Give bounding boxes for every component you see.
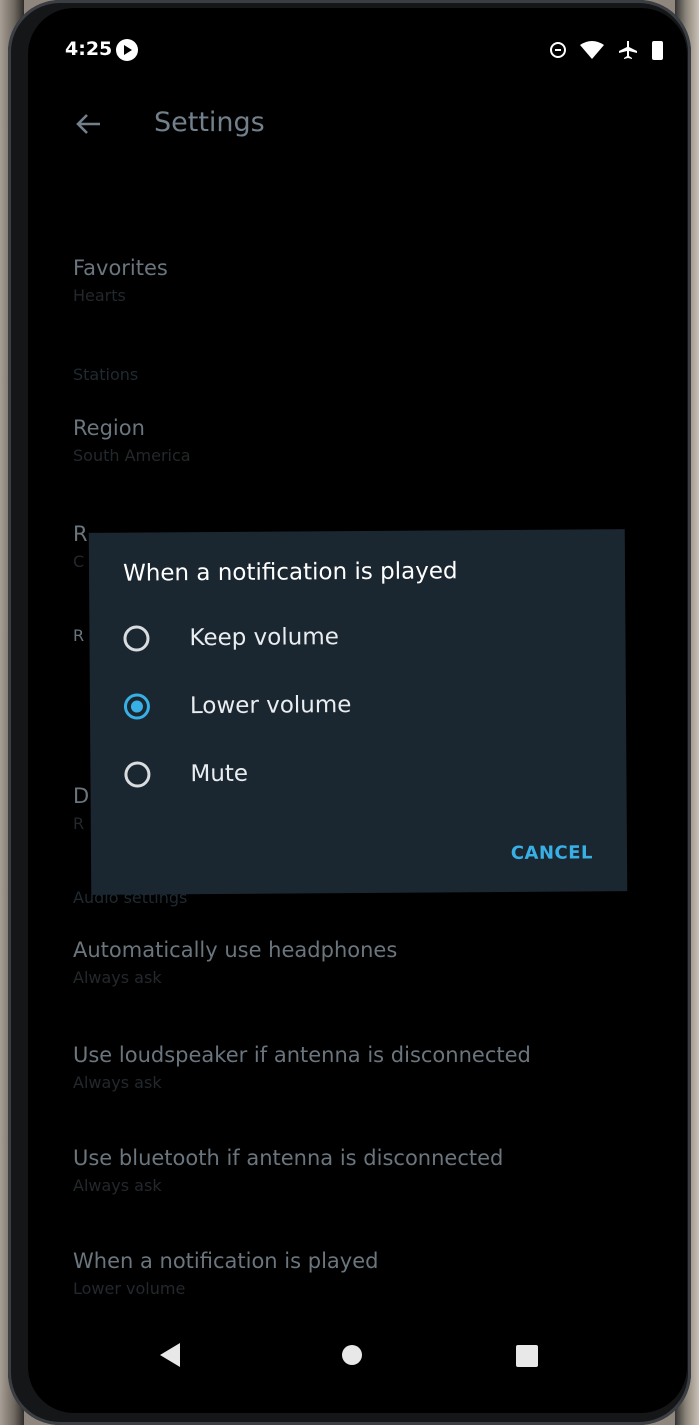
setting-partial-2[interactable]: R — [73, 626, 84, 645]
setting-title: Use loudspeaker if antenna is disconnect… — [73, 1043, 531, 1067]
app-header: Settings — [28, 88, 687, 168]
radio-button-selected[interactable] — [123, 693, 151, 720]
setting-summary: Always ask — [73, 968, 162, 987]
status-time: 4:25 — [65, 38, 113, 60]
status-bar: 4:25 — [28, 8, 687, 78]
dialog-title: When a notification is played — [122, 558, 458, 587]
battery-icon — [652, 40, 663, 60]
setting-summary: Always ask — [73, 1176, 162, 1195]
setting-headphones[interactable]: Automatically use headphones Always ask — [73, 938, 397, 987]
option-mute[interactable]: Mute — [124, 746, 594, 799]
wifi-icon — [580, 41, 604, 59]
radio-button[interactable] — [124, 761, 151, 788]
page-title: Settings — [154, 107, 265, 138]
notification-dialog: When a notification is played Keep volum… — [88, 529, 628, 895]
setting-summary: South America — [73, 446, 191, 465]
section-header-stations: Stations — [73, 365, 139, 384]
option-label: Mute — [190, 760, 249, 788]
setting-title: Favorites — [73, 256, 168, 280]
arrow-back-icon[interactable] — [74, 110, 102, 138]
navigation-bar — [28, 1303, 687, 1413]
setting-summary: Hearts — [73, 286, 126, 305]
airplane-mode-icon — [619, 41, 637, 59]
nav-recents-icon[interactable] — [516, 1345, 538, 1367]
setting-title: Region — [73, 416, 145, 440]
option-lower-volume[interactable]: Lower volume — [123, 678, 594, 731]
setting-title: R — [73, 626, 85, 645]
option-label: Lower volume — [189, 692, 352, 720]
setting-favorites[interactable]: Favorites Hearts — [73, 256, 168, 305]
setting-loudspeaker[interactable]: Use loudspeaker if antenna is disconnect… — [73, 1043, 531, 1092]
setting-summary: C — [73, 552, 85, 571]
option-label: Keep volume — [189, 624, 339, 652]
phone-frame: 4:25 Settings Favorites Hearts Stations … — [8, 0, 691, 1425]
setting-region[interactable]: Region South America — [73, 416, 191, 465]
setting-title: D — [73, 784, 90, 808]
setting-title: Automatically use headphones — [73, 938, 398, 962]
radio-button[interactable] — [123, 625, 150, 652]
nav-back-icon[interactable] — [160, 1343, 180, 1367]
option-keep-volume[interactable]: Keep volume — [123, 610, 593, 663]
setting-notification[interactable]: When a notification is played Lower volu… — [73, 1249, 378, 1298]
setting-summary: Lower volume — [73, 1279, 186, 1298]
setting-summary: R — [73, 814, 85, 833]
setting-partial-3[interactable]: D R — [73, 784, 89, 833]
app-notification-icon — [116, 39, 138, 61]
setting-title: Use bluetooth if antenna is disconnected — [73, 1146, 504, 1170]
cancel-button[interactable]: CANCEL — [511, 842, 593, 864]
setting-summary: Always ask — [73, 1073, 162, 1092]
nav-home-icon[interactable] — [342, 1345, 362, 1365]
do-not-disturb-icon — [550, 42, 566, 58]
setting-partial-1[interactable]: R C — [73, 522, 88, 571]
phone-screen: 4:25 Settings Favorites Hearts Stations … — [28, 8, 687, 1413]
setting-title: When a notification is played — [73, 1249, 379, 1273]
setting-title: R — [73, 522, 88, 546]
setting-bluetooth[interactable]: Use bluetooth if antenna is disconnected… — [73, 1146, 503, 1195]
status-icons — [550, 40, 663, 60]
